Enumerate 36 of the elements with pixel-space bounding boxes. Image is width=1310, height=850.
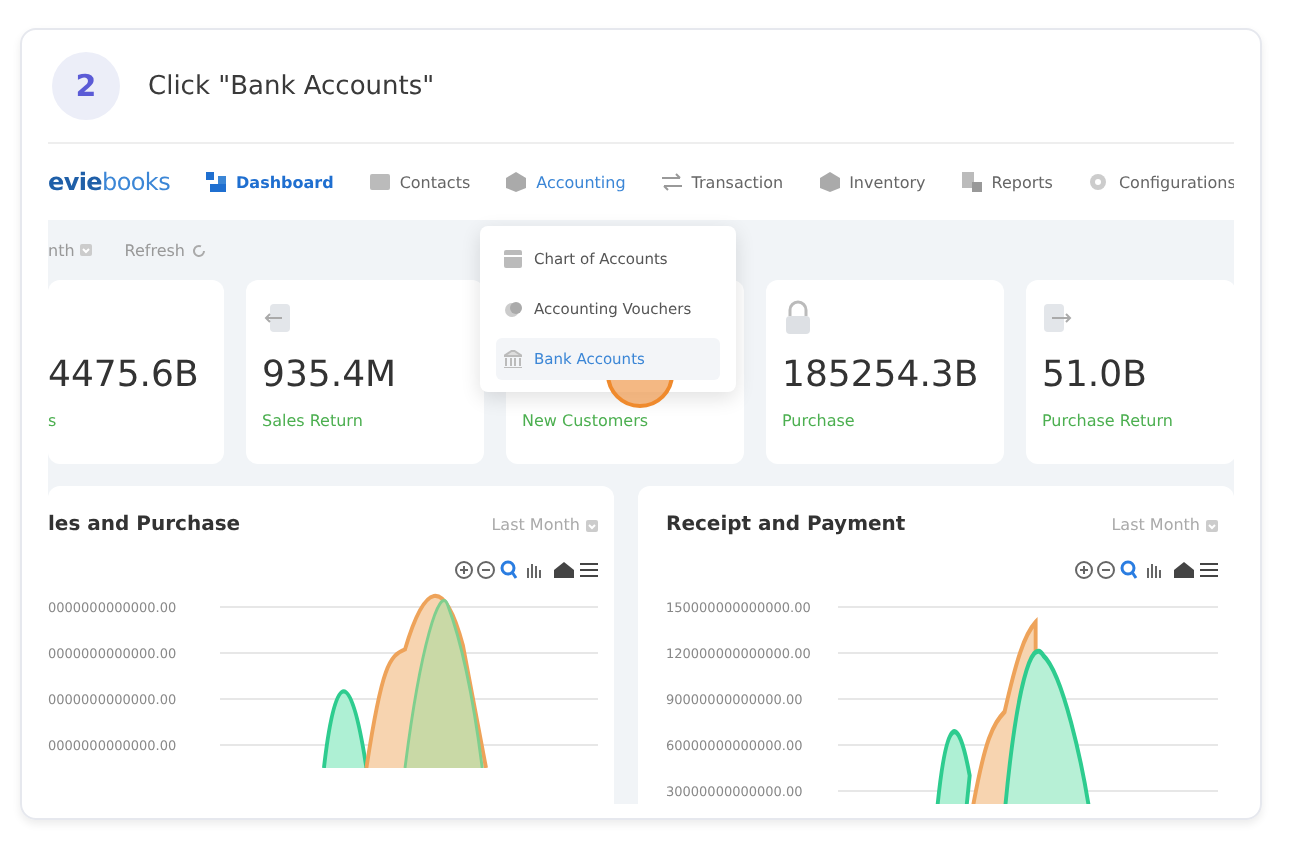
stat-label: Purchase Return	[1042, 412, 1175, 430]
nav-item[interactable]: Accounting	[506, 172, 626, 192]
caret-icon	[1206, 519, 1218, 531]
stat-label: s	[48, 412, 59, 430]
bank-icon	[504, 350, 522, 368]
table-icon	[504, 250, 522, 268]
arrows-icon	[661, 172, 682, 192]
chart-toolbar-icon	[1074, 560, 1218, 580]
coins-icon	[504, 300, 522, 318]
nav-item[interactable]: Inventory	[819, 172, 926, 192]
stat-value: 4475.6B	[48, 352, 201, 400]
cube-icon	[506, 172, 527, 192]
nav-item[interactable]: Reports	[961, 172, 1053, 192]
step-number: 2	[52, 52, 120, 120]
chart-title: les and Purchase	[48, 514, 241, 536]
stat-value: 935.4M	[262, 352, 399, 400]
step-instruction: Click "Bank Accounts"	[148, 71, 435, 101]
arrow-right-icon	[1042, 300, 1074, 336]
refresh-icon	[191, 243, 205, 257]
chart-toolbar-icon	[454, 560, 598, 580]
stat-label: Sales Return	[262, 412, 365, 430]
stat-label: New Customers	[522, 412, 651, 430]
stat-value: 51.0B	[1042, 352, 1149, 400]
stat-value: 185254.3B	[782, 352, 981, 400]
chart-title: Receipt and Payment	[666, 514, 906, 536]
stat-label: Purchase	[782, 412, 857, 430]
padlock-icon	[782, 300, 814, 336]
app-logo: eviebooks	[48, 168, 171, 196]
arrow-left-icon	[262, 300, 294, 336]
caret-icon	[586, 519, 598, 531]
nav-item[interactable]: Contacts	[369, 172, 471, 192]
nav-item[interactable]: Transaction	[661, 172, 784, 192]
nav-item[interactable]: Dashboard	[206, 172, 334, 192]
cube-icon	[819, 172, 840, 192]
caret-icon	[80, 244, 93, 256]
grid-icon	[206, 172, 227, 192]
